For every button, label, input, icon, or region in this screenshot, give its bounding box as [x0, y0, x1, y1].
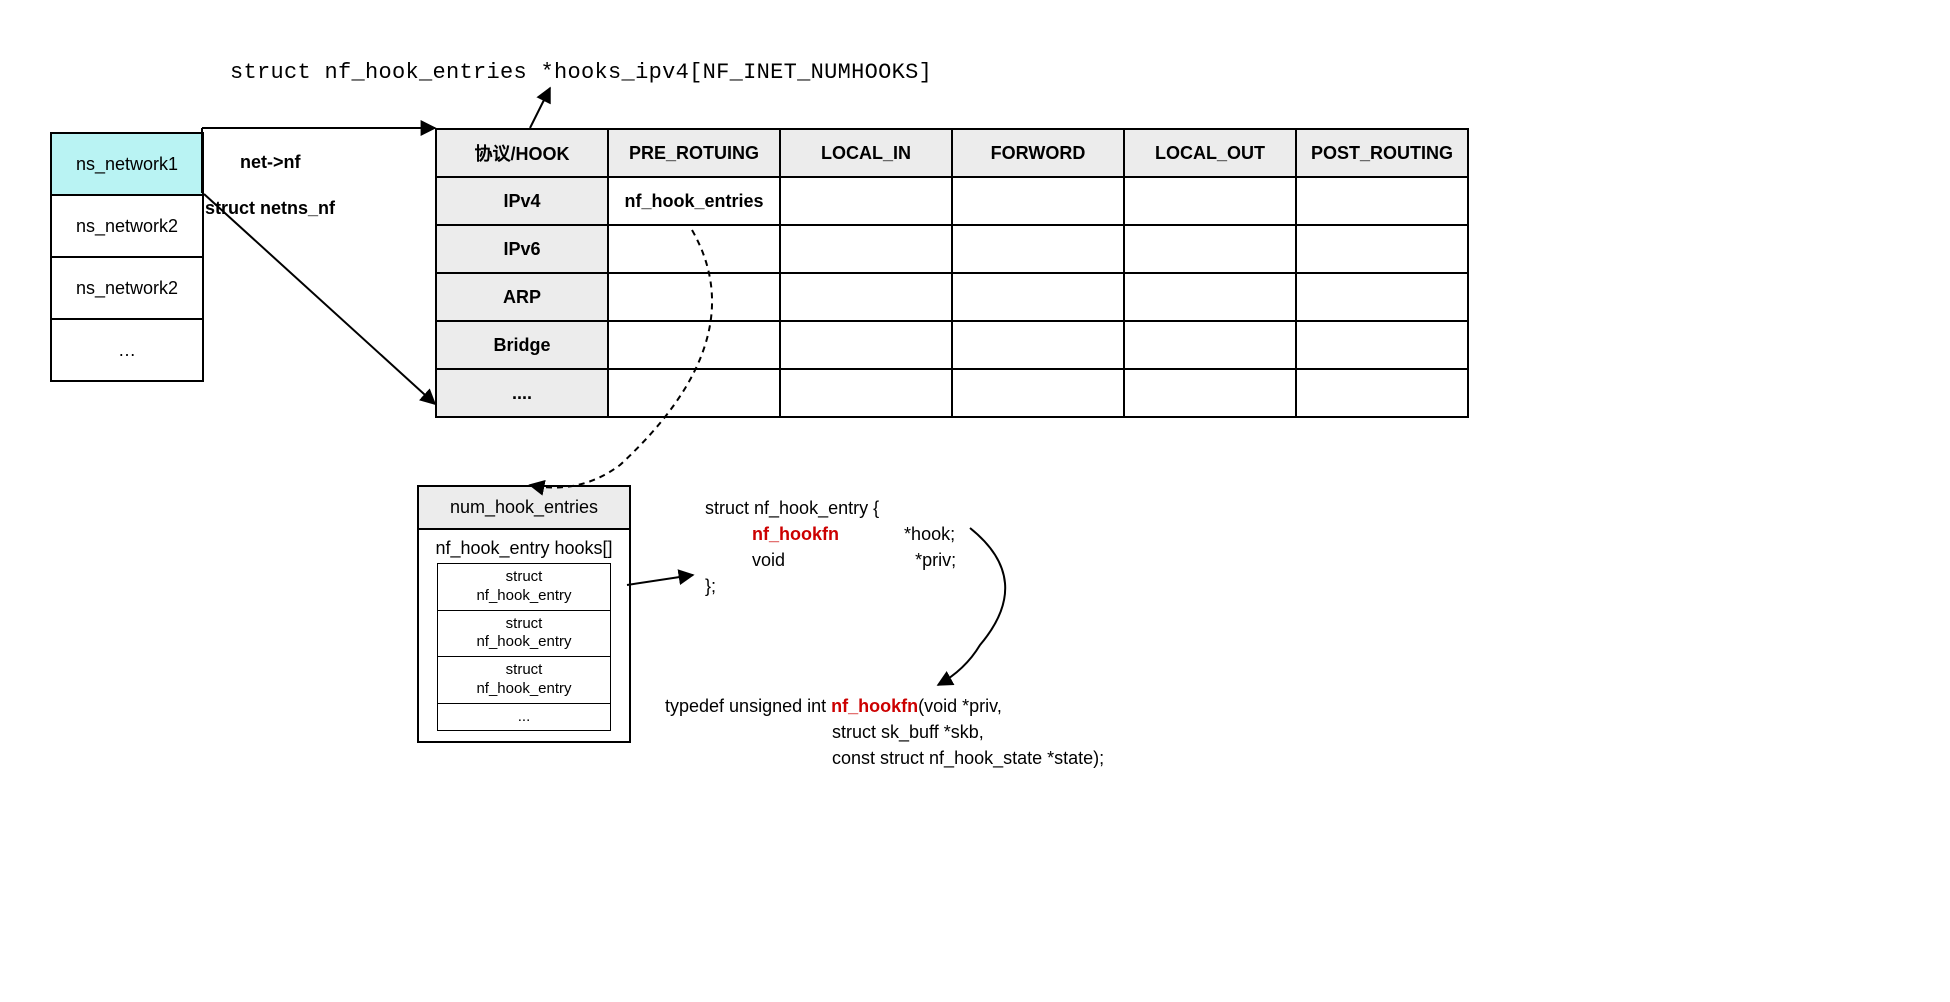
typedef-name: nf_hookfn: [831, 696, 918, 716]
hook-table: 协议/HOOK PRE_ROTUING LOCAL_IN FORWORD LOC…: [435, 128, 1469, 418]
struct-type2: void: [752, 550, 785, 570]
hook-row-ellipsis: ....: [436, 369, 1468, 417]
inner-item: ...: [438, 704, 610, 732]
cell: [608, 369, 780, 417]
inner-item: structnf_hook_entry: [438, 611, 610, 658]
typedef-rest1: (void *priv,: [918, 696, 1002, 716]
cell: [952, 177, 1124, 225]
hook-table-col4: LOCAL_OUT: [1124, 129, 1296, 177]
hook-row-arp: ARP: [436, 273, 1468, 321]
diagram-canvas: struct nf_hook_entries *hooks_ipv4[NF_IN…: [20, 20, 1520, 800]
struct-code: struct nf_hook_entry { nf_hookfn *hook; …: [705, 495, 956, 599]
typedef-rest2: struct sk_buff *skb,: [832, 722, 984, 742]
cell: [1296, 321, 1468, 369]
hook-table-col0: 协议/HOOK: [436, 129, 608, 177]
ns-network-list: ns_network1 ns_network2 ns_network2 …: [50, 132, 204, 382]
proto-cell: IPv4: [436, 177, 608, 225]
cell: [608, 225, 780, 273]
cell: [952, 369, 1124, 417]
cell: [780, 177, 952, 225]
hook-table-col2: LOCAL_IN: [780, 129, 952, 177]
cell: [608, 321, 780, 369]
entry-header: num_hook_entries: [419, 487, 629, 530]
cell: [1124, 273, 1296, 321]
ns-item-3: …: [52, 320, 202, 382]
cell: [780, 369, 952, 417]
entry-subhead: nf_hook_entry hooks[]: [419, 530, 629, 563]
cell: [1296, 369, 1468, 417]
struct-type1: nf_hookfn: [752, 524, 839, 544]
ns-item-0: ns_network1: [52, 134, 202, 196]
inner-item: structnf_hook_entry: [438, 657, 610, 704]
ns-item-2: ns_network2: [52, 258, 202, 320]
cell: [952, 321, 1124, 369]
hook-table-col1: PRE_ROTUING: [608, 129, 780, 177]
cell: [1124, 177, 1296, 225]
cell: [1296, 273, 1468, 321]
arrow-ns-to-lastrow: [204, 194, 435, 404]
label-net-nf: net->nf: [240, 152, 301, 173]
struct-close: };: [705, 573, 956, 599]
hook-table-col3: FORWORD: [952, 129, 1124, 177]
title-code: struct nf_hook_entries *hooks_ipv4[NF_IN…: [230, 60, 932, 85]
cell: [608, 273, 780, 321]
cell: [1124, 369, 1296, 417]
hook-row-bridge: Bridge: [436, 321, 1468, 369]
proto-cell: ARP: [436, 273, 608, 321]
struct-field1: *hook;: [904, 524, 955, 544]
hook-row-ipv4: IPv4 nf_hook_entries: [436, 177, 1468, 225]
proto-cell: ....: [436, 369, 608, 417]
inner-item: structnf_hook_entry: [438, 564, 610, 611]
ns-item-1: ns_network2: [52, 196, 202, 258]
arrow-header-to-title: [530, 88, 550, 128]
cell: [1296, 225, 1468, 273]
cell: nf_hook_entries: [608, 177, 780, 225]
struct-field2: *priv;: [915, 550, 956, 570]
label-struct-netns-nf: struct netns_nf: [205, 198, 335, 219]
proto-cell: Bridge: [436, 321, 608, 369]
typedef-code: typedef unsigned int nf_hookfn(void *pri…: [665, 693, 1104, 771]
arrow-item-to-struct: [627, 575, 693, 585]
hook-row-ipv6: IPv6: [436, 225, 1468, 273]
cell: [780, 273, 952, 321]
hook-table-col5: POST_ROUTING: [1296, 129, 1468, 177]
cell: [780, 225, 952, 273]
struct-line1: struct nf_hook_entry {: [705, 495, 956, 521]
cell: [952, 225, 1124, 273]
hook-entries-box: num_hook_entries nf_hook_entry hooks[] s…: [417, 485, 631, 743]
proto-cell: IPv6: [436, 225, 608, 273]
hook-table-header-row: 协议/HOOK PRE_ROTUING LOCAL_IN FORWORD LOC…: [436, 129, 1468, 177]
cell: [952, 273, 1124, 321]
typedef-prefix: typedef unsigned int: [665, 696, 831, 716]
typedef-rest3: const struct nf_hook_state *state);: [832, 748, 1104, 768]
cell: [780, 321, 952, 369]
cell: [1124, 225, 1296, 273]
entry-inner-list: structnf_hook_entry structnf_hook_entry …: [437, 563, 611, 731]
cell: [1124, 321, 1296, 369]
cell: [1296, 177, 1468, 225]
